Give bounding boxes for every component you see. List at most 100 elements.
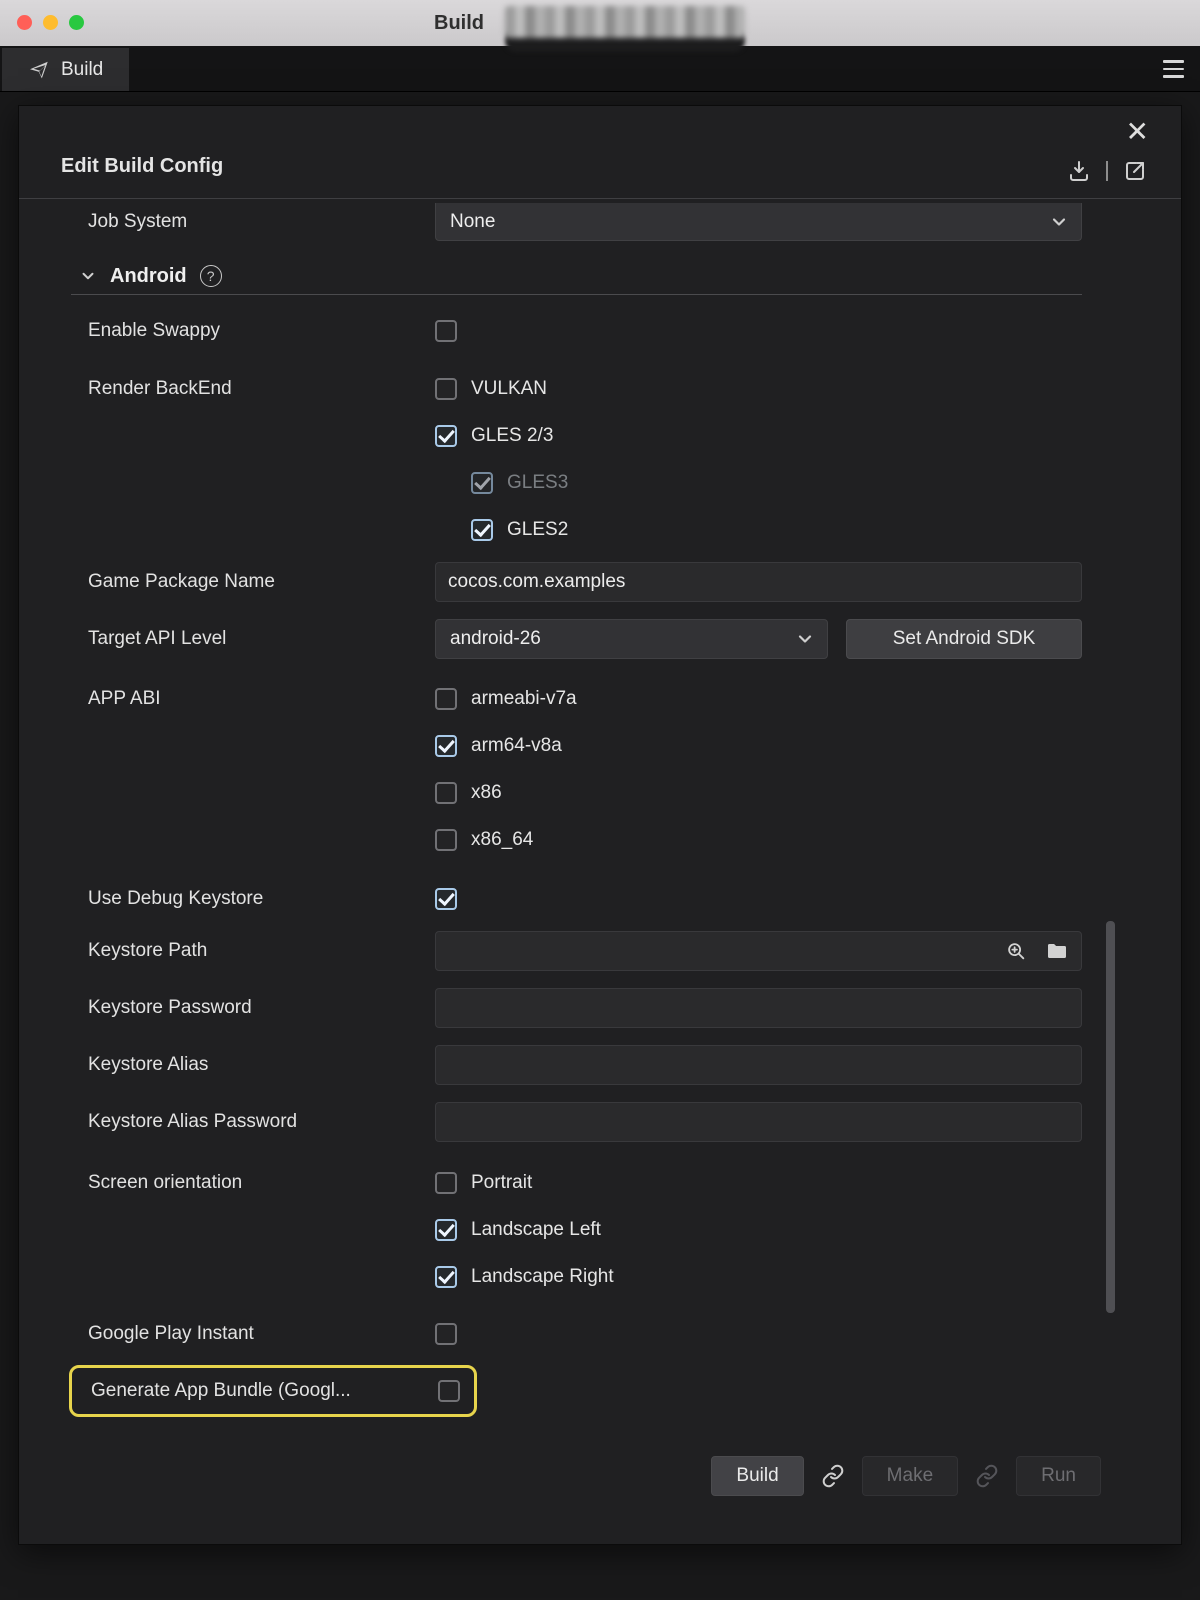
x86-label: x86 bbox=[471, 782, 502, 804]
keystore-alias-label: Keystore Alias bbox=[88, 1054, 435, 1076]
panel-menu-icon[interactable] bbox=[1163, 60, 1184, 78]
app-abi-row: APP ABI armeabi-v7a arm64-v8a x86 x86_64 bbox=[19, 675, 1181, 863]
keystore-alias-row: Keystore Alias bbox=[19, 1036, 1181, 1093]
portrait-label: Portrait bbox=[471, 1172, 532, 1194]
redacted-blur-region bbox=[505, 6, 745, 38]
link-build-icon[interactable] bbox=[821, 1464, 845, 1488]
app-abi-label: APP ABI bbox=[88, 675, 435, 722]
gles3-option: GLES3 bbox=[471, 459, 568, 506]
enable-swappy-row: Enable Swappy bbox=[19, 307, 1181, 354]
keystore-password-row: Keystore Password bbox=[19, 979, 1181, 1036]
landscape-left-checkbox[interactable] bbox=[435, 1219, 457, 1241]
landscape-left-option: Landscape Left bbox=[435, 1206, 601, 1253]
arm64-v8a-label: arm64-v8a bbox=[471, 735, 562, 757]
vulkan-label: VULKAN bbox=[471, 378, 547, 400]
chevron-down-icon bbox=[795, 629, 815, 649]
x86-checkbox[interactable] bbox=[435, 782, 457, 804]
folder-icon[interactable] bbox=[1045, 939, 1069, 963]
landscape-left-label: Landscape Left bbox=[471, 1219, 601, 1241]
chevron-down-icon bbox=[79, 267, 97, 285]
x86-64-label: x86_64 bbox=[471, 829, 533, 851]
link-make-icon bbox=[975, 1464, 999, 1488]
export-config-icon[interactable] bbox=[1123, 159, 1147, 183]
google-play-instant-row: Google Play Instant bbox=[19, 1310, 1181, 1357]
generate-app-bundle-checkbox[interactable] bbox=[438, 1380, 460, 1402]
vulkan-checkbox[interactable] bbox=[435, 378, 457, 400]
close-icon[interactable]: ✕ bbox=[1126, 118, 1149, 146]
x86-64-option: x86_64 bbox=[435, 816, 533, 863]
render-backend-label: Render BackEnd bbox=[88, 365, 435, 412]
landscape-right-option: Landscape Right bbox=[435, 1253, 614, 1300]
set-android-sdk-label: Set Android SDK bbox=[893, 628, 1036, 650]
build-button[interactable]: Build bbox=[711, 1456, 803, 1496]
keystore-path-row: Keystore Path bbox=[19, 922, 1181, 979]
gles23-checkbox[interactable] bbox=[435, 425, 457, 447]
x86-64-checkbox[interactable] bbox=[435, 829, 457, 851]
gles2-option: GLES2 bbox=[471, 506, 568, 553]
enable-swappy-label: Enable Swappy bbox=[88, 320, 435, 342]
landscape-right-label: Landscape Right bbox=[471, 1266, 614, 1288]
vulkan-option: VULKAN bbox=[435, 365, 547, 412]
target-api-level-label: Target API Level bbox=[88, 628, 435, 650]
keystore-alias-password-label: Keystore Alias Password bbox=[88, 1111, 435, 1133]
traffic-lights bbox=[17, 15, 84, 30]
keystore-alias-input[interactable] bbox=[435, 1045, 1082, 1085]
run-button[interactable]: Run bbox=[1016, 1456, 1101, 1496]
use-debug-keystore-checkbox[interactable] bbox=[435, 888, 457, 910]
set-android-sdk-button[interactable]: Set Android SDK bbox=[846, 619, 1082, 659]
generate-app-bundle-row: Generate App Bundle (Googl... bbox=[19, 1362, 1181, 1420]
make-button[interactable]: Make bbox=[862, 1456, 958, 1496]
tab-build-label: Build bbox=[61, 59, 103, 81]
keystore-password-input[interactable] bbox=[435, 988, 1082, 1028]
keystore-password-label: Keystore Password bbox=[88, 997, 435, 1019]
gles2-label: GLES2 bbox=[507, 519, 568, 541]
dialog-header: Edit Build Config ✕ bbox=[19, 106, 1181, 199]
run-button-label: Run bbox=[1041, 1465, 1076, 1487]
keystore-path-label: Keystore Path bbox=[88, 940, 435, 962]
target-api-level-value: android-26 bbox=[450, 628, 541, 650]
vertical-scrollbar-thumb[interactable] bbox=[1106, 921, 1115, 1313]
magnifier-icon[interactable] bbox=[1005, 940, 1027, 962]
highlight-outline: Generate App Bundle (Googl... bbox=[69, 1365, 477, 1417]
build-button-label: Build bbox=[736, 1465, 778, 1487]
minimize-window-button[interactable] bbox=[43, 15, 58, 30]
dialog-footer: Build Make Run bbox=[711, 1456, 1101, 1496]
target-api-level-select[interactable]: android-26 bbox=[435, 619, 828, 659]
game-package-name-input[interactable]: cocos.com.examples bbox=[435, 562, 1082, 602]
screen-orientation-label: Screen orientation bbox=[88, 1159, 435, 1206]
keystore-alias-password-row: Keystore Alias Password bbox=[19, 1093, 1181, 1150]
google-play-instant-checkbox[interactable] bbox=[435, 1323, 457, 1345]
arm64-v8a-checkbox[interactable] bbox=[435, 735, 457, 757]
gles3-checkbox bbox=[471, 472, 493, 494]
use-debug-keystore-row: Use Debug Keystore bbox=[19, 875, 1181, 922]
portrait-checkbox[interactable] bbox=[435, 1172, 457, 1194]
x86-option: x86 bbox=[435, 769, 502, 816]
gles23-label: GLES 2/3 bbox=[471, 425, 553, 447]
keystore-alias-password-input[interactable] bbox=[435, 1102, 1082, 1142]
game-package-name-label: Game Package Name bbox=[88, 571, 435, 593]
help-icon[interactable]: ? bbox=[200, 265, 222, 287]
armeabi-v7a-label: armeabi-v7a bbox=[471, 688, 577, 710]
landscape-right-checkbox[interactable] bbox=[435, 1266, 457, 1288]
zoom-window-button[interactable] bbox=[69, 15, 84, 30]
game-package-name-row: Game Package Name cocos.com.examples bbox=[19, 553, 1181, 610]
close-window-button[interactable] bbox=[17, 15, 32, 30]
gles2-checkbox[interactable] bbox=[471, 519, 493, 541]
import-config-icon[interactable] bbox=[1067, 159, 1091, 183]
google-play-instant-label: Google Play Instant bbox=[88, 1323, 435, 1345]
portrait-option: Portrait bbox=[435, 1159, 532, 1206]
dialog-title: Edit Build Config bbox=[61, 155, 223, 178]
tab-build[interactable]: Build bbox=[2, 48, 129, 91]
job-system-select[interactable]: None bbox=[435, 203, 1082, 241]
dialog-scroll-content: Job System None Android ? Enable Swappy bbox=[19, 200, 1181, 1544]
armeabi-v7a-checkbox[interactable] bbox=[435, 688, 457, 710]
android-section-header[interactable]: Android ? bbox=[19, 258, 1181, 294]
arm64-v8a-option: arm64-v8a bbox=[435, 722, 562, 769]
enable-swappy-checkbox[interactable] bbox=[435, 320, 457, 342]
keystore-path-input[interactable] bbox=[435, 931, 1082, 971]
window-titlebar: Build bbox=[0, 0, 1200, 46]
gles3-label: GLES3 bbox=[507, 472, 568, 494]
editor-tabbar: Build bbox=[0, 46, 1200, 92]
armeabi-v7a-option: armeabi-v7a bbox=[435, 675, 577, 722]
android-section-title: Android bbox=[110, 265, 187, 288]
